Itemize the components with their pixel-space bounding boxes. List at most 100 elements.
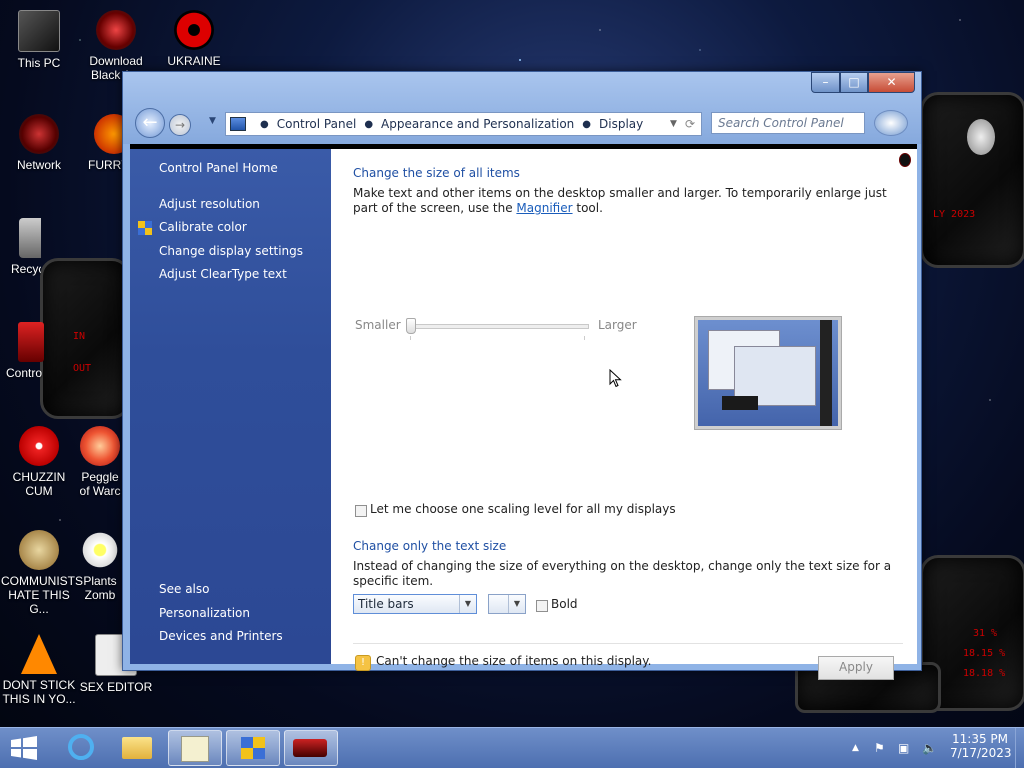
- desktop-icon-recycle[interactable]: Recyc: [1, 218, 41, 276]
- scaling-level-checkbox[interactable]: [355, 505, 367, 517]
- back-button[interactable]: ←: [135, 108, 165, 138]
- taskbar-task-app[interactable]: [168, 730, 222, 766]
- devices-and-printers-link[interactable]: Devices and Printers: [159, 629, 283, 643]
- show-hidden-icons-chevron-icon[interactable]: ▲: [852, 728, 859, 768]
- refresh-icon[interactable]: ⟳: [685, 117, 695, 131]
- start-button[interactable]: [10, 736, 38, 760]
- address-dropdown-icon[interactable]: ▼: [670, 119, 677, 129]
- clock[interactable]: 11:35 PM 7/17/2023: [950, 728, 1012, 768]
- slider-thumb[interactable]: [406, 318, 416, 334]
- adjust-resolution-link[interactable]: Adjust resolution: [159, 197, 260, 211]
- desktop-icon-chuzzin[interactable]: CHUZZIN CUM: [1, 426, 77, 498]
- close-button[interactable]: ✕: [868, 72, 915, 93]
- text-item-select[interactable]: Title bars ▼: [353, 594, 477, 614]
- desktop-icon-plants[interactable]: Plants Zomb: [78, 530, 122, 602]
- scaling-level-label: Let me choose one scaling level for all …: [370, 502, 676, 516]
- control-panel-home-link[interactable]: Control Panel Home: [159, 161, 278, 175]
- recycle-bin-icon: [19, 218, 41, 258]
- action-center-flag-icon[interactable]: ⚑: [874, 728, 885, 768]
- search-input[interactable]: Search Control Panel: [711, 112, 865, 134]
- windows-logo-icon: [11, 736, 37, 760]
- desktop-icon-communists[interactable]: COMMUNISTS HATE THIS G...: [1, 530, 83, 616]
- change-display-settings-link[interactable]: Change display settings: [159, 244, 303, 258]
- desktop-icon-peggle[interactable]: Peggle of Warc: [78, 426, 122, 498]
- taskbar-control-panel[interactable]: [226, 730, 280, 766]
- text-size-select[interactable]: ▼: [488, 594, 526, 614]
- desktop-icon-ukraine[interactable]: UKRAINE: [156, 10, 232, 68]
- clock-time: 11:35 PM: [952, 732, 1008, 746]
- breadcrumb-display[interactable]: Display: [599, 117, 643, 131]
- taskbar-ie[interactable]: [56, 730, 108, 764]
- window-controls: – □ ✕: [811, 72, 915, 93]
- desktop-icon-label: DONT STICK THIS IN YO...: [2, 678, 76, 706]
- text-size-heading: Change only the text size: [353, 539, 507, 553]
- slider-tick: [584, 336, 585, 340]
- breadcrumb-separator-icon: ●: [260, 118, 269, 130]
- desktop-icon-this-pc[interactable]: This PC: [1, 10, 77, 70]
- panel-r1: 31 %: [973, 628, 998, 639]
- slider-min-label: Smaller: [355, 318, 401, 332]
- display-window: – □ ✕ ← → ▼ ● Control Panel ● Appearance…: [122, 71, 922, 680]
- calibrate-color-link[interactable]: Calibrate color: [159, 220, 247, 234]
- size-all-items-description: Make text and other items on the desktop…: [353, 186, 893, 216]
- description-text-end: tool.: [572, 201, 603, 215]
- slider-max-label: Larger: [598, 318, 637, 332]
- desktop-icon-label: Plants Zomb: [83, 574, 117, 602]
- minimize-button[interactable]: –: [811, 72, 840, 93]
- panel-ly-label: LY 2023: [933, 209, 976, 220]
- internet-explorer-icon: [68, 734, 94, 760]
- back-arrow-icon: ←: [142, 112, 158, 133]
- bold-checkbox[interactable]: [536, 600, 548, 612]
- magnifier-link[interactable]: Magnifier: [516, 201, 572, 215]
- show-desktop-button[interactable]: [1015, 728, 1024, 768]
- breadcrumb-separator-icon: ●: [582, 118, 592, 130]
- apply-button[interactable]: Apply: [818, 656, 894, 680]
- control-panel-icon: [230, 117, 246, 131]
- preview-side-strip: [820, 320, 832, 426]
- desktop-icon-label: UKRAINE: [167, 54, 221, 68]
- desktop-icon-label: COMMUNISTS HATE THIS G...: [1, 574, 83, 616]
- breadcrumb-control-panel[interactable]: Control Panel: [277, 117, 357, 131]
- desktop-icon-network[interactable]: Network: [1, 114, 77, 172]
- desktop-icon-label: SEX EDITOR: [79, 680, 153, 694]
- taskbar-file-explorer[interactable]: [112, 730, 164, 764]
- breadcrumb-appearance[interactable]: Appearance and Personalization: [381, 117, 574, 131]
- personalization-link[interactable]: Personalization: [159, 606, 250, 620]
- warning-message: Can't change the size of items on this d…: [376, 654, 652, 668]
- control-panel-icon: [241, 737, 265, 759]
- adjust-cleartype-link[interactable]: Adjust ClearType text: [159, 267, 287, 281]
- address-bar[interactable]: ● Control Panel ● Appearance and Persona…: [225, 112, 702, 136]
- radiation-icon: [174, 10, 214, 50]
- desktop-icon-vlc[interactable]: DONT STICK THIS IN YO...: [1, 634, 77, 706]
- forward-arrow-icon: →: [174, 118, 186, 132]
- desktop-icon-label: Network: [16, 158, 61, 172]
- panel-in-label: IN: [73, 331, 86, 342]
- desktop-icon-label: Contro: [6, 366, 43, 380]
- forward-button[interactable]: →: [169, 114, 191, 136]
- desktop-icon-label: This PC: [17, 56, 61, 70]
- taskbar-alien-app[interactable]: [284, 730, 338, 766]
- maximize-button[interactable]: □: [840, 72, 868, 93]
- taskbar: ▲ ⚑ ▣ 🔈 11:35 PM 7/17/2023: [0, 727, 1024, 768]
- clock-date: 7/17/2023: [950, 746, 1012, 760]
- desktop-icon-control[interactable]: Contro: [1, 322, 46, 380]
- bold-label: Bold: [551, 597, 578, 611]
- chevron-down-icon: ▼: [459, 595, 476, 613]
- alien-head-icon: [967, 119, 995, 155]
- shield-color-icon: [138, 221, 152, 235]
- wallpaper-panel-top-right: LY 2023: [920, 92, 1024, 268]
- volume-icon[interactable]: 🔈: [922, 728, 937, 768]
- see-also-heading: See also: [159, 582, 210, 596]
- network-tray-icon[interactable]: ▣: [898, 728, 909, 768]
- recent-pages-chevron-icon[interactable]: ▼: [209, 116, 216, 126]
- mouse-pointer-icon: [609, 369, 622, 388]
- alienware-icon: [293, 739, 327, 757]
- checklist-icon: [181, 736, 209, 762]
- peggle-icon: [80, 426, 120, 466]
- sidebar: Control Panel Home Adjust resolution Cal…: [130, 149, 331, 664]
- chuzzle-icon: [19, 426, 59, 466]
- scale-slider[interactable]: [406, 318, 589, 334]
- help-globe-icon[interactable]: [874, 110, 908, 136]
- window-chrome: – □ ✕ ← → ▼ ● Control Panel ● Appearance…: [123, 72, 921, 144]
- main-content: Change the size of all items Make text a…: [331, 149, 917, 680]
